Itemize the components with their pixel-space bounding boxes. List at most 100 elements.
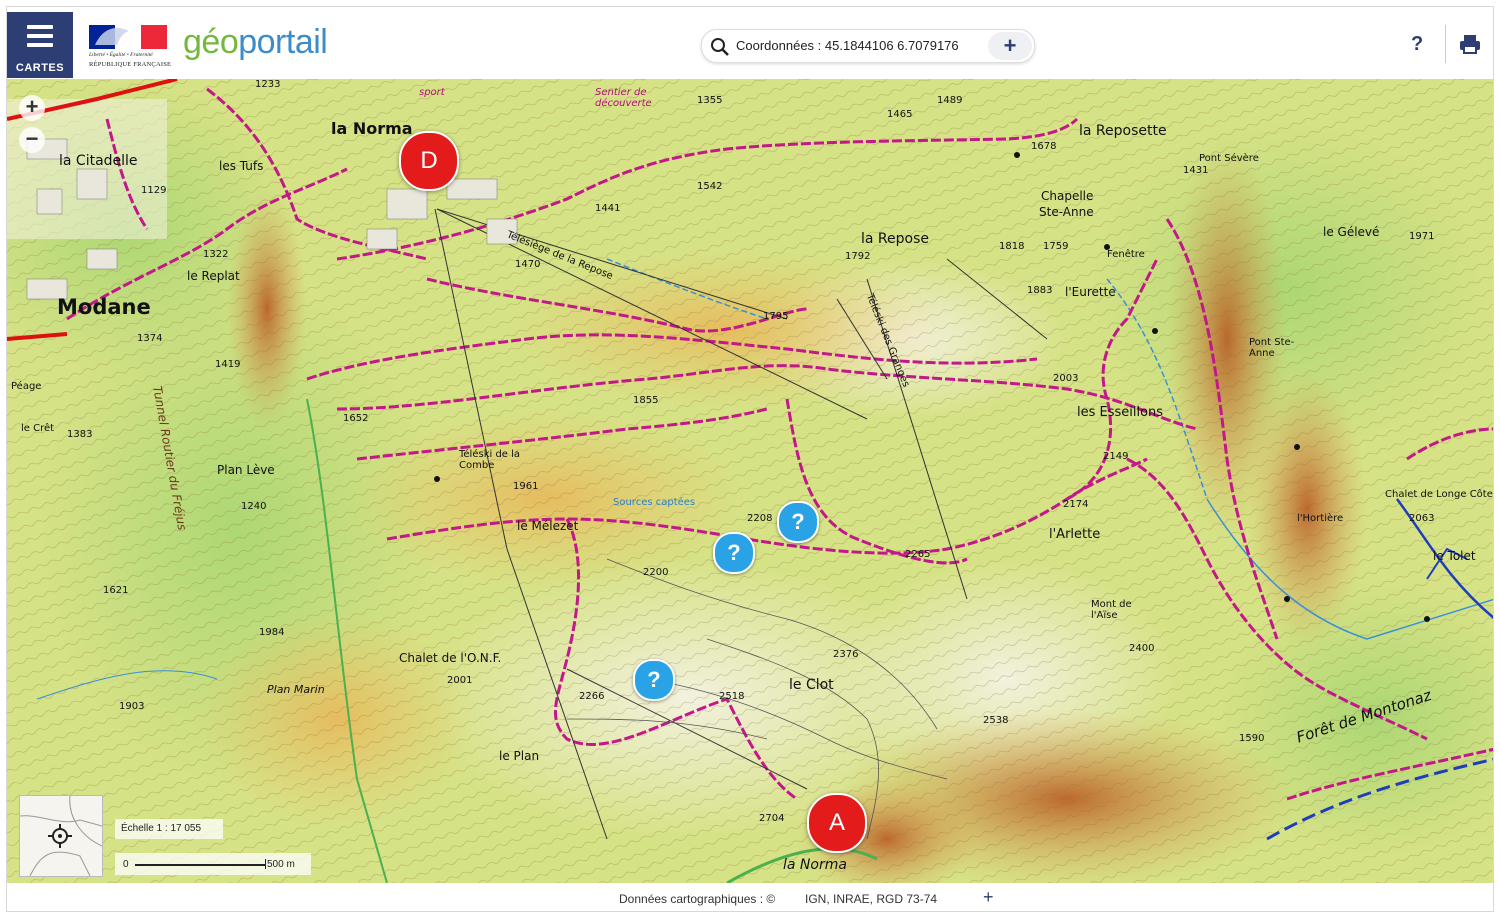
search-icon: [711, 38, 729, 56]
elevation-label: 2208: [747, 513, 773, 524]
label-la-citadelle: la Citadelle: [59, 153, 138, 169]
label-pont-ste-anne: Pont Ste-Anne: [1249, 337, 1295, 359]
label-ste-anne: Ste-Anne: [1039, 205, 1094, 219]
label-pont-severe: Pont Sévère: [1199, 153, 1259, 164]
elevation-label: 1355: [697, 95, 723, 106]
label-chalet-onf: Chalet de l'O.N.F.: [399, 651, 502, 665]
elevation-label: 1431: [1183, 165, 1209, 176]
label-sport: sport: [419, 87, 445, 98]
scale-distance: 500 m: [267, 859, 295, 870]
elevation-label: 1322: [203, 249, 229, 260]
elevation-label: 1652: [343, 413, 369, 424]
map-background: [7, 79, 1493, 883]
label-leurette: l'Eurette: [1065, 285, 1116, 299]
topographic-map[interactable]: la Norma Modane la Citadelle les Tufs le…: [7, 79, 1493, 883]
logo-portail: portail: [238, 23, 328, 61]
elevation-label: 1621: [103, 585, 129, 596]
label-les-tufs: les Tufs: [219, 159, 264, 173]
zoom-out-button[interactable]: −: [19, 127, 45, 153]
print-icon[interactable]: [1459, 33, 1481, 55]
elevation-label: 2538: [983, 715, 1009, 726]
search-bar[interactable]: Coordonnées : 45.1844106 6.7079176 +: [701, 29, 1035, 63]
elevation-label: 1961: [513, 481, 539, 492]
label-la-reposette: la Reposette: [1079, 123, 1167, 139]
attribution-sources[interactable]: IGN, INRAE, RGD 73-74: [805, 892, 937, 906]
label-mont-de-laise: Mont de l'Aïse: [1091, 599, 1132, 621]
label-lhortiere: l'Hortière: [1297, 513, 1344, 524]
label-la-repose: la Repose: [861, 231, 929, 247]
elevation-label: 1855: [633, 395, 659, 406]
label-chalet-longe-cote: Chalet de Longe Côte: [1385, 489, 1493, 500]
info-marker[interactable]: ?: [633, 659, 675, 701]
cartes-menu-button[interactable]: CARTES: [7, 12, 73, 78]
elevation-label: 1984: [259, 627, 285, 638]
header-divider: [1445, 25, 1446, 63]
label-fenetre: Fenêtre: [1107, 249, 1145, 260]
label-le-geleve: le Gélevé: [1323, 225, 1380, 239]
label-peage: Péage: [11, 381, 42, 392]
attribution-credit: Données cartographiques : ©: [619, 892, 776, 906]
elevation-label: 1441: [595, 203, 621, 214]
label-le-plan: le Plan: [499, 749, 540, 763]
zoom-in-button[interactable]: +: [19, 95, 45, 121]
rf-motto: Liberté • Égalité • Fraternité: [89, 52, 153, 58]
geoportail-logo[interactable]: géoportail: [183, 23, 328, 62]
elevation-label: 2265: [905, 549, 931, 560]
rf-republic: RÉPUBLIQUE FRANÇAISE: [89, 61, 172, 68]
elevation-label: 1759: [1043, 241, 1069, 252]
geoportail-window: CARTES Liberté • Égalité • Fraternité RÉ…: [6, 6, 1494, 912]
elevation-label: 1233: [255, 79, 281, 90]
elevation-label: 2200: [643, 567, 669, 578]
elevation-label: 1240: [241, 501, 267, 512]
scale-bar: 0 500 m: [115, 853, 311, 875]
elevation-label: 2704: [759, 813, 785, 824]
marianne-flag-icon: [89, 21, 167, 49]
label-le-clot: le Clot: [789, 677, 834, 693]
label-les-esseillons: les Esseillons: [1077, 405, 1164, 420]
elevation-label: 1542: [697, 181, 723, 192]
label-le-replat: le Replat: [187, 269, 240, 283]
label-la-norma-bottom: la Norma: [783, 857, 847, 873]
elevation-label: 2149: [1103, 451, 1129, 462]
label-modane: Modane: [57, 295, 151, 319]
overview-minimap[interactable]: [19, 795, 103, 877]
search-options-button[interactable]: +: [988, 32, 1032, 60]
elevation-label: 1465: [887, 109, 913, 120]
elevation-label: 1795: [763, 311, 789, 322]
hamburger-icon: [27, 25, 53, 52]
help-button[interactable]: ?: [1411, 33, 1423, 56]
elevation-label: 1374: [137, 333, 163, 344]
marker-a[interactable]: A: [807, 793, 867, 853]
elevation-label: 1129: [141, 185, 167, 196]
elevation-label: 1903: [119, 701, 145, 712]
info-marker[interactable]: ?: [713, 532, 755, 574]
logo-geo: géo: [183, 23, 239, 61]
scale-label: Échelle 1 : 17 055: [115, 819, 223, 839]
label-la-norma: la Norma: [331, 119, 413, 138]
republique-francaise-logo: Liberté • Égalité • Fraternité RÉPUBLIQU…: [89, 21, 171, 73]
label-teleski-combe: Téléski de la Combe: [459, 449, 521, 471]
elevation-label: 2400: [1129, 643, 1155, 654]
elevation-label: 1678: [1031, 141, 1057, 152]
info-marker[interactable]: ?: [777, 501, 819, 543]
elevation-label: 1792: [845, 251, 871, 262]
marker-d[interactable]: D: [399, 131, 459, 191]
label-le-melezet: le Mélezet: [517, 519, 579, 533]
elevation-label: 2376: [833, 649, 859, 660]
top-bar: CARTES Liberté • Égalité • Fraternité RÉ…: [7, 7, 1493, 79]
cartes-label: CARTES: [15, 62, 65, 74]
elevation-label: 1818: [999, 241, 1025, 252]
elevation-label: 1883: [1027, 285, 1053, 296]
search-input[interactable]: Coordonnées : 45.1844106 6.7079176: [736, 38, 959, 53]
elevation-label: 2518: [719, 691, 745, 702]
elevation-label: 2174: [1063, 499, 1089, 510]
attribution-more-button[interactable]: +: [983, 887, 994, 908]
elevation-label: 1470: [515, 259, 541, 270]
label-sources-captees: Sources captées: [613, 497, 696, 508]
elevation-label: 2001: [447, 675, 473, 686]
elevation-label: 2266: [579, 691, 605, 702]
elevation-label: 1419: [215, 359, 241, 370]
elevation-label: 1489: [937, 95, 963, 106]
minimap-drawing: [20, 796, 102, 876]
elevation-label: 1383: [67, 429, 93, 440]
